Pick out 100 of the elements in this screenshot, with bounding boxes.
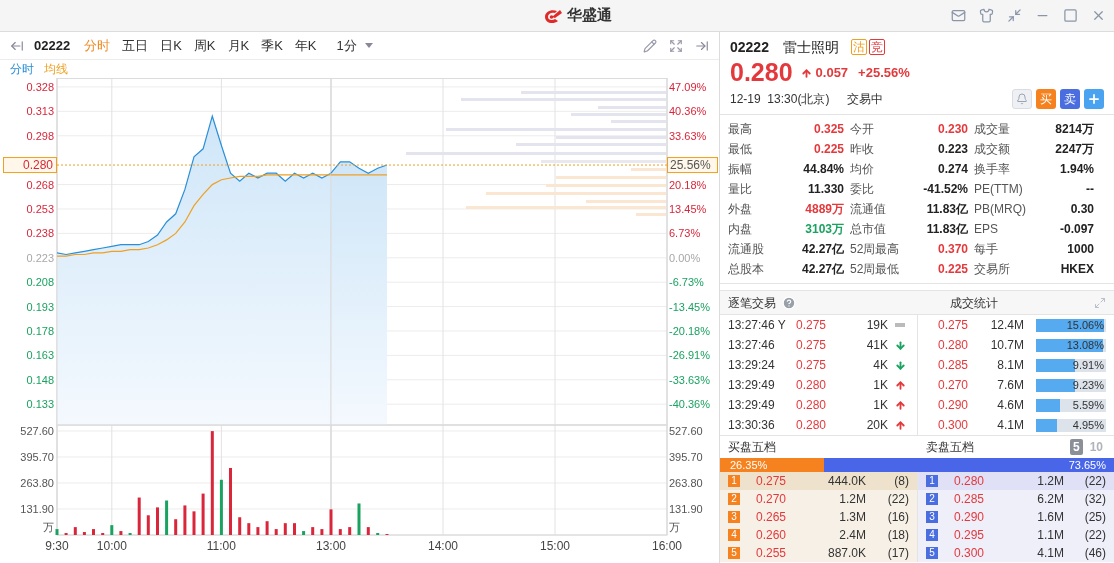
price-axis-label: 0.328 bbox=[26, 80, 54, 93]
price-axis-label: 0.253 bbox=[26, 202, 54, 215]
order-count: (17) bbox=[887, 545, 909, 562]
period-tab[interactable]: 日K bbox=[154, 35, 188, 56]
level-number: 2 bbox=[728, 493, 740, 505]
stat-label: 每手 bbox=[974, 241, 999, 258]
trade-time: 13:29:24 bbox=[728, 357, 776, 374]
price-change: 0.057 bbox=[815, 64, 849, 83]
volume-bar bbox=[137, 497, 141, 535]
time-axis-label: 9:30 bbox=[45, 539, 69, 553]
period-tab[interactable]: 五日 bbox=[116, 35, 155, 56]
fullscreen-icon[interactable] bbox=[669, 38, 683, 53]
close-icon[interactable] bbox=[1091, 8, 1106, 23]
level-number: 3 bbox=[926, 511, 938, 523]
expand-icon[interactable] bbox=[1094, 296, 1106, 309]
percent-change: +25.56% bbox=[858, 64, 910, 83]
order-row[interactable]: 2 0.285 6.2M (32) bbox=[918, 490, 1114, 508]
period-tab[interactable]: 月K bbox=[221, 35, 256, 56]
interval-dropdown[interactable]: 1分 bbox=[336, 35, 373, 56]
price-axis-label: 0.313 bbox=[26, 105, 54, 118]
stat-volume: 12.4M bbox=[989, 317, 1024, 334]
stat-value: 11.330 bbox=[806, 181, 845, 198]
stat-value: 0.225 bbox=[812, 141, 845, 158]
price-axis-label: 0.268 bbox=[26, 178, 54, 191]
volume-bar bbox=[357, 503, 361, 535]
volume-bar bbox=[192, 511, 196, 535]
volume-bar bbox=[311, 527, 315, 535]
trade-price: 0.275 bbox=[796, 357, 828, 374]
volume-bar bbox=[366, 527, 370, 535]
period-tab[interactable]: 周K bbox=[187, 35, 222, 56]
volume-bar bbox=[338, 529, 342, 535]
level-number: 2 bbox=[926, 493, 938, 505]
stat-value: 3103万 bbox=[804, 221, 845, 238]
stat-value: 8214万 bbox=[1054, 121, 1095, 138]
period-tab[interactable]: 季K bbox=[255, 35, 289, 56]
add-button[interactable] bbox=[1084, 89, 1104, 109]
volume-axis-label: 527.60 bbox=[669, 425, 703, 437]
order-row[interactable]: 5 0.255 887.0K (17) bbox=[720, 544, 917, 562]
order-price: 0.295 bbox=[954, 527, 986, 544]
share-percent: 4.95% bbox=[1072, 417, 1104, 433]
order-price: 0.275 bbox=[756, 473, 788, 490]
volume-axis-label: 395.70 bbox=[669, 451, 703, 463]
order-row[interactable]: 3 0.290 1.6M (25) bbox=[918, 508, 1114, 526]
level-number: 5 bbox=[728, 547, 740, 559]
stat-value: 1000 bbox=[1066, 241, 1095, 258]
volume-bar bbox=[302, 531, 306, 535]
pencil-icon[interactable] bbox=[643, 38, 657, 53]
volume-axis-label: 263.80 bbox=[669, 477, 703, 489]
stat-value: 0.274 bbox=[936, 161, 969, 178]
trade-volume: 1K bbox=[872, 377, 888, 394]
volume-axis-label: 527.60 bbox=[20, 425, 54, 437]
order-count: (18) bbox=[887, 527, 909, 544]
stat-label: 最低 bbox=[728, 141, 753, 158]
alert-button[interactable] bbox=[1012, 89, 1032, 109]
current-price-tag: 0.280 bbox=[3, 157, 57, 174]
order-row[interactable]: 1 0.275 444.0K (8) bbox=[720, 472, 917, 490]
order-volume: 6.2M bbox=[1036, 491, 1064, 508]
sell-button[interactable]: 卖 bbox=[1060, 89, 1080, 109]
stat-label: 均价 bbox=[850, 161, 875, 178]
time-axis-label: 15:00 bbox=[540, 539, 570, 553]
trade-volume: 20K bbox=[865, 417, 888, 434]
bell-icon bbox=[1016, 93, 1028, 105]
help-icon[interactable] bbox=[782, 295, 796, 310]
volume-axis-label: 131.90 bbox=[669, 503, 703, 515]
price-axis-label: 0.208 bbox=[26, 276, 54, 289]
exit-icon[interactable] bbox=[695, 38, 709, 53]
quote-time: 12-19 13:30(北京) bbox=[730, 91, 830, 108]
trade-volume: 19K bbox=[865, 317, 888, 334]
share-percent: 5.59% bbox=[1072, 397, 1104, 413]
order-row[interactable]: 5 0.300 4.1M (46) bbox=[918, 544, 1114, 562]
volume-bar bbox=[238, 517, 242, 535]
shirt-icon[interactable] bbox=[979, 8, 994, 23]
stat-label: PB(MRQ) bbox=[974, 201, 1027, 218]
maximize-icon[interactable] bbox=[1063, 8, 1078, 23]
collapse-icon[interactable] bbox=[10, 38, 24, 53]
stat-volume: 4.6M bbox=[996, 397, 1024, 414]
time-axis-label: 11:00 bbox=[206, 539, 236, 553]
stat-label: 换手率 bbox=[974, 161, 1011, 178]
order-row[interactable]: 4 0.260 2.4M (18) bbox=[720, 526, 917, 544]
order-row[interactable]: 1 0.280 1.2M (22) bbox=[918, 472, 1114, 490]
stat-value: 0.370 bbox=[936, 241, 969, 258]
order-row[interactable]: 4 0.295 1.1M (22) bbox=[918, 526, 1114, 544]
mail-icon[interactable] bbox=[951, 8, 966, 23]
percent-axis-label: -6.73% bbox=[669, 276, 704, 289]
shrink-icon[interactable] bbox=[1007, 8, 1022, 23]
period-tab[interactable]: 年K bbox=[288, 35, 323, 56]
last-price: 0.280 bbox=[730, 57, 793, 89]
stat-volume: 10.7M bbox=[989, 337, 1024, 354]
percent-axis-label: 47.09% bbox=[669, 80, 707, 93]
order-row[interactable]: 2 0.270 1.2M (22) bbox=[720, 490, 917, 508]
volume-bar bbox=[146, 515, 150, 535]
stat-price: 0.300 bbox=[938, 417, 970, 434]
time-axis-label: 13:00 bbox=[316, 539, 346, 553]
order-volume: 1.2M bbox=[838, 491, 866, 508]
order-row[interactable]: 3 0.265 1.3M (16) bbox=[720, 508, 917, 526]
up-arrow-icon bbox=[800, 67, 812, 79]
stat-label: 成交量 bbox=[974, 121, 1011, 138]
logo-icon bbox=[542, 7, 563, 24]
percent-axis-label: -20.18% bbox=[669, 324, 710, 337]
stat-label: 总市值 bbox=[850, 221, 887, 238]
